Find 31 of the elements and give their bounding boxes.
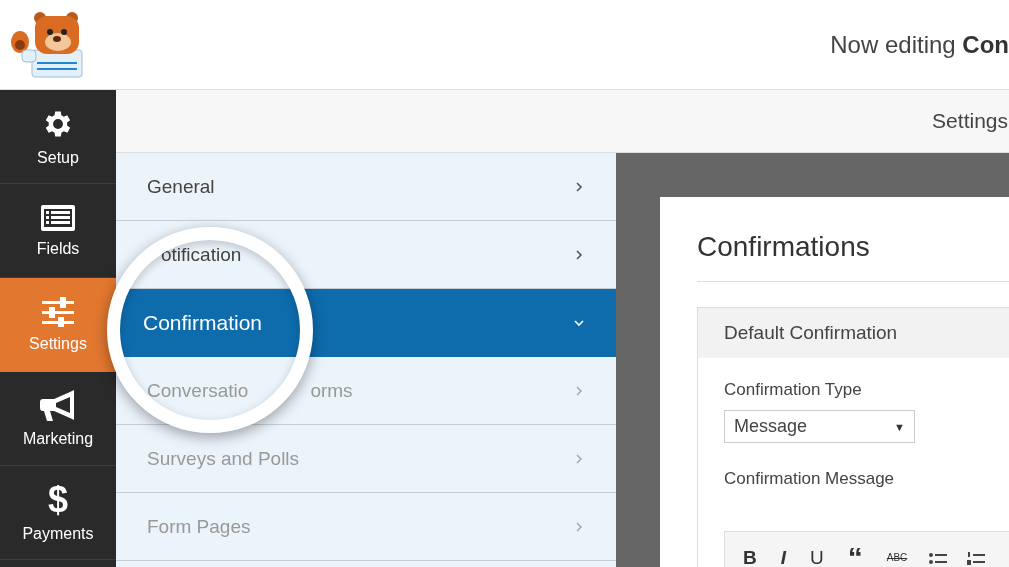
italic-button[interactable]: I bbox=[778, 548, 788, 567]
menu-item-label: Surveys and Polls bbox=[147, 447, 300, 470]
menu-item-label: Form Pages bbox=[147, 515, 251, 538]
header-title: Now editing Con bbox=[830, 30, 1009, 59]
strike-button[interactable]: ABC bbox=[884, 548, 910, 567]
bold-button[interactable]: B bbox=[741, 548, 759, 567]
numbered-list-icon[interactable] bbox=[967, 552, 986, 567]
menu-item-label: Conversatio bbox=[147, 379, 249, 402]
bulleted-list-icon[interactable] bbox=[929, 552, 948, 567]
dollar-icon: $ bbox=[48, 482, 68, 517]
chevron-down-icon bbox=[574, 317, 584, 328]
field-label: Confirmation Message bbox=[724, 469, 895, 489]
quote-button[interactable]: “ bbox=[845, 548, 865, 567]
menu-item-label: otification bbox=[161, 243, 242, 266]
list-icon bbox=[40, 203, 76, 232]
menu-item-label: General bbox=[147, 175, 215, 198]
chevron-right-icon bbox=[574, 181, 584, 192]
menu-item-label: orms bbox=[310, 379, 353, 402]
field-label: Confirmation Type bbox=[724, 380, 862, 400]
chevron-right-icon bbox=[574, 453, 584, 464]
menu-item-label: Confirmation bbox=[143, 310, 263, 335]
megaphone-icon bbox=[40, 389, 76, 422]
chevron-right-icon bbox=[574, 385, 584, 396]
chevron-right-icon bbox=[574, 521, 584, 532]
toolbar-title: Settings bbox=[932, 109, 1008, 133]
confirmation-type-dropdown[interactable]: Message ▼ bbox=[724, 410, 915, 443]
section-header: Default Confirmation bbox=[698, 308, 1009, 358]
sliders-icon bbox=[42, 296, 74, 327]
underline-button[interactable]: U bbox=[808, 548, 826, 567]
chevron-right-icon bbox=[574, 249, 584, 260]
panel-title: Confirmations bbox=[697, 231, 1009, 282]
